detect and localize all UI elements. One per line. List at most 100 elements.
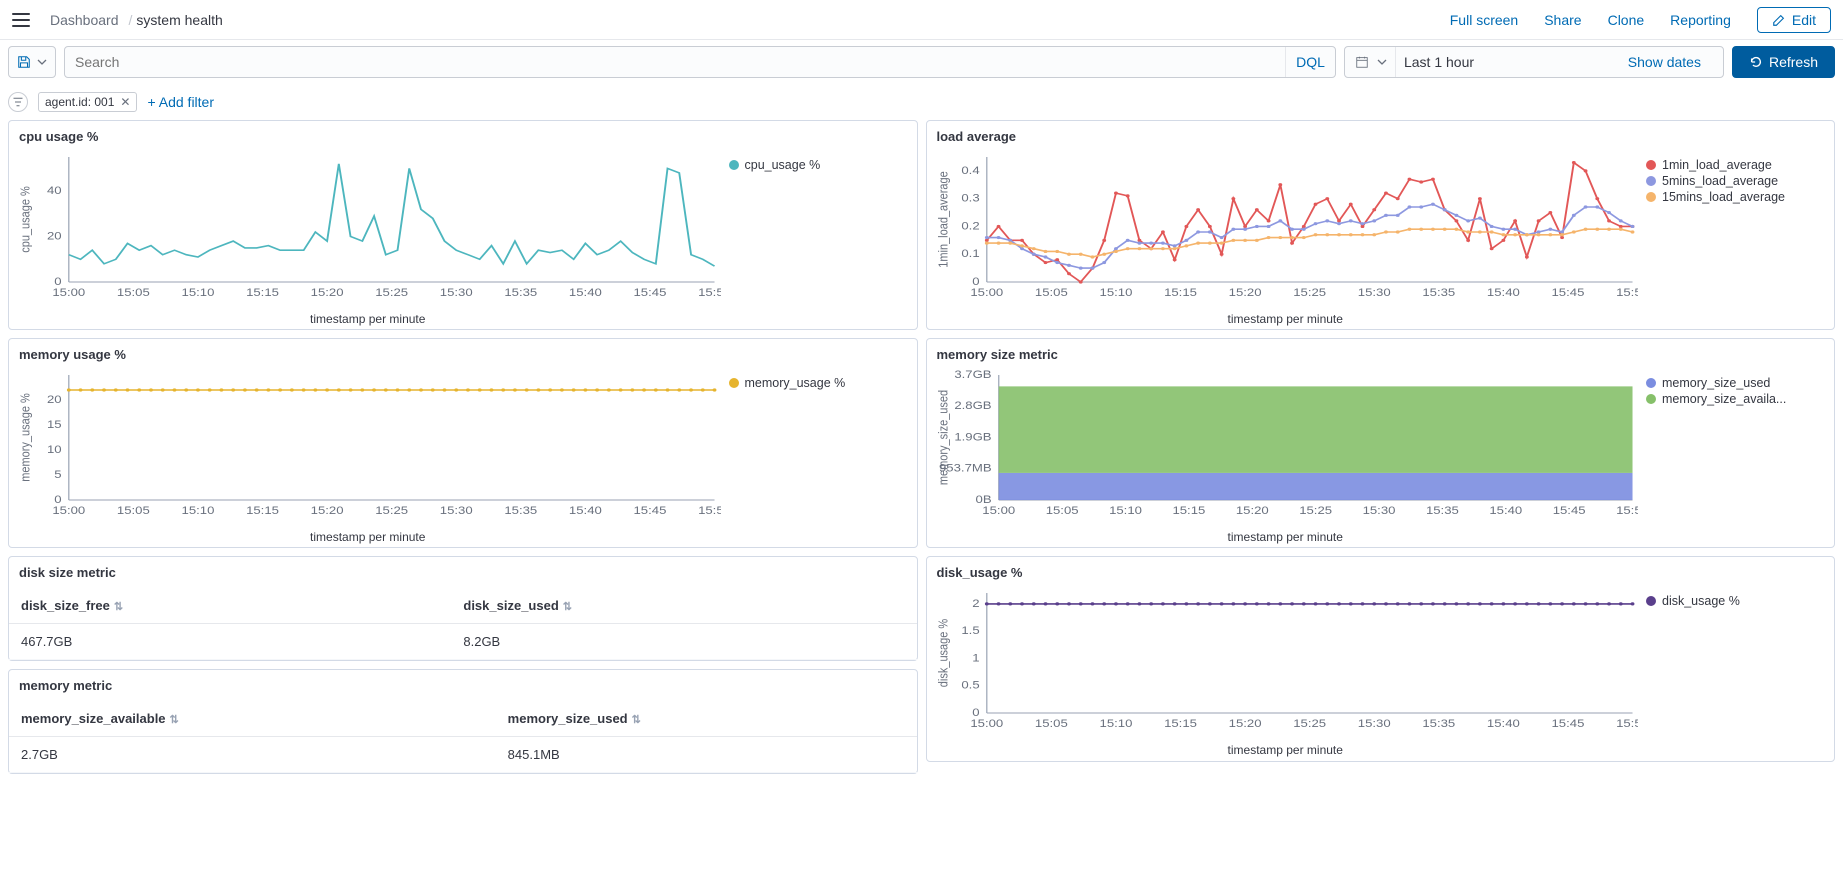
filter-pill-agent-id[interactable]: agent.id: 001 ✕ bbox=[38, 92, 137, 112]
svg-text:5: 5 bbox=[54, 468, 62, 481]
refresh-button[interactable]: Refresh bbox=[1732, 46, 1835, 78]
time-range-label: Last 1 hour bbox=[1404, 54, 1474, 70]
svg-text:15:10: 15:10 bbox=[1099, 717, 1132, 730]
panel-title: disk_usage % bbox=[927, 557, 1835, 588]
svg-text:15:20: 15:20 bbox=[311, 286, 344, 299]
filter-bar: agent.id: 001 ✕ + Add filter bbox=[0, 84, 1843, 120]
svg-text:15:15: 15:15 bbox=[246, 286, 279, 299]
sort-icon: ⇅ bbox=[114, 601, 123, 613]
legend-item[interactable]: memory_size_used bbox=[1646, 376, 1820, 390]
legend-item[interactable]: 1min_load_average bbox=[1646, 158, 1820, 172]
panel-title: disk size metric bbox=[9, 557, 917, 588]
legend-item[interactable]: disk_usage % bbox=[1646, 594, 1820, 608]
share-link[interactable]: Share bbox=[1544, 12, 1581, 28]
svg-text:0.2: 0.2 bbox=[961, 219, 980, 232]
edit-button[interactable]: Edit bbox=[1757, 7, 1831, 33]
col-mem-available[interactable]: memory_size_available⇅ bbox=[9, 701, 496, 737]
hamburger-menu-icon[interactable] bbox=[12, 13, 30, 27]
svg-text:0.1: 0.1 bbox=[961, 247, 980, 260]
refresh-button-label: Refresh bbox=[1769, 54, 1818, 70]
svg-text:15:10: 15:10 bbox=[1109, 504, 1142, 517]
svg-text:15:00: 15:00 bbox=[970, 717, 1003, 730]
breadcrumb-current: system health bbox=[136, 12, 222, 28]
saved-queries-button[interactable] bbox=[8, 46, 56, 78]
svg-text:15:35: 15:35 bbox=[1422, 717, 1455, 730]
svg-text:15:50: 15:50 bbox=[1616, 717, 1638, 730]
top-bar: Dashboard / system health Full screen Sh… bbox=[0, 0, 1843, 40]
date-picker[interactable]: Last 1 hour Show dates bbox=[1344, 46, 1724, 78]
filter-icon bbox=[12, 96, 24, 108]
table-row: 467.7GB 8.2GB bbox=[9, 624, 917, 660]
legend-item[interactable]: memory_usage % bbox=[729, 376, 903, 390]
show-dates-link[interactable]: Show dates bbox=[1616, 54, 1713, 70]
svg-text:15:20: 15:20 bbox=[1235, 504, 1268, 517]
svg-text:2.8GB: 2.8GB bbox=[954, 399, 991, 412]
svg-text:15:40: 15:40 bbox=[1486, 286, 1519, 299]
fullscreen-link[interactable]: Full screen bbox=[1450, 12, 1518, 28]
svg-text:15:30: 15:30 bbox=[1357, 717, 1390, 730]
chevron-down-icon bbox=[37, 57, 47, 67]
svg-text:15:00: 15:00 bbox=[982, 504, 1015, 517]
add-filter-button[interactable]: + Add filter bbox=[147, 94, 214, 110]
svg-text:15:35: 15:35 bbox=[504, 504, 537, 517]
clone-link[interactable]: Clone bbox=[1608, 12, 1645, 28]
panel-title: memory size metric bbox=[927, 339, 1835, 370]
svg-text:15:35: 15:35 bbox=[1425, 504, 1458, 517]
disk-icon bbox=[17, 55, 31, 69]
legend-item[interactable]: cpu_usage % bbox=[729, 158, 903, 172]
svg-text:15: 15 bbox=[47, 418, 62, 431]
panel-title: memory metric bbox=[9, 670, 917, 701]
refresh-icon bbox=[1749, 55, 1763, 69]
svg-text:15:10: 15:10 bbox=[1099, 286, 1132, 299]
svg-text:15:15: 15:15 bbox=[1172, 504, 1205, 517]
svg-text:disk_usage %: disk_usage % bbox=[935, 619, 950, 688]
svg-text:1.5: 1.5 bbox=[961, 624, 980, 637]
svg-text:15:20: 15:20 bbox=[1228, 717, 1261, 730]
col-mem-used[interactable]: memory_size_used⇅ bbox=[496, 701, 917, 737]
legend-item[interactable]: memory_size_availa... bbox=[1646, 392, 1820, 406]
filter-pill-label: agent.id: 001 bbox=[45, 95, 114, 109]
svg-text:15:25: 15:25 bbox=[1293, 286, 1326, 299]
x-axis-label: timestamp per minute bbox=[933, 743, 1639, 757]
svg-text:15:40: 15:40 bbox=[569, 286, 602, 299]
chart-load[interactable]: 00.10.20.30.415:0015:0515:1015:1515:2015… bbox=[933, 152, 1639, 326]
svg-text:15:50: 15:50 bbox=[698, 286, 720, 299]
disk-size-table: disk_size_free⇅ disk_size_used⇅ 467.7GB … bbox=[9, 588, 917, 660]
svg-text:15:50: 15:50 bbox=[1616, 504, 1638, 517]
filter-settings-button[interactable] bbox=[8, 92, 28, 112]
svg-text:15:30: 15:30 bbox=[1362, 504, 1395, 517]
svg-text:15:30: 15:30 bbox=[440, 286, 473, 299]
calendar-icon bbox=[1355, 55, 1369, 69]
svg-text:15:30: 15:30 bbox=[440, 504, 473, 517]
svg-text:15:25: 15:25 bbox=[375, 286, 408, 299]
chart-memory-pct[interactable]: 0510152015:0015:0515:1015:1515:2015:2515… bbox=[15, 370, 721, 544]
svg-text:15:30: 15:30 bbox=[1357, 286, 1390, 299]
svg-text:0.5: 0.5 bbox=[961, 679, 980, 692]
svg-text:15:20: 15:20 bbox=[311, 504, 344, 517]
search-box: DQL bbox=[64, 46, 1336, 78]
svg-text:15:10: 15:10 bbox=[182, 504, 215, 517]
dql-toggle[interactable]: DQL bbox=[1285, 47, 1335, 77]
sort-icon: ⇅ bbox=[170, 714, 179, 726]
legend-item[interactable]: 15mins_load_average bbox=[1646, 190, 1820, 204]
breadcrumb-parent[interactable]: Dashboard bbox=[50, 12, 119, 28]
svg-text:15:05: 15:05 bbox=[117, 504, 150, 517]
legend-item[interactable]: 5mins_load_average bbox=[1646, 174, 1820, 188]
svg-text:15:25: 15:25 bbox=[1293, 717, 1326, 730]
chart-disk-pct[interactable]: 00.511.5215:0015:0515:1015:1515:2015:251… bbox=[933, 588, 1639, 757]
svg-text:15:35: 15:35 bbox=[1422, 286, 1455, 299]
col-disk-free[interactable]: disk_size_free⇅ bbox=[9, 588, 451, 624]
panel-title: load average bbox=[927, 121, 1835, 152]
svg-text:15:45: 15:45 bbox=[1551, 286, 1584, 299]
chart-cpu[interactable]: 0204015:0015:0515:1015:1515:2015:2515:30… bbox=[15, 152, 721, 326]
svg-text:2: 2 bbox=[972, 597, 980, 610]
col-disk-used[interactable]: disk_size_used⇅ bbox=[451, 588, 916, 624]
chart-memory-size[interactable]: 0B953.7MB1.9GB2.8GB3.7GB15:0015:0515:101… bbox=[933, 370, 1639, 544]
panel-load-average: load average 00.10.20.30.415:0015:0515:1… bbox=[926, 120, 1836, 330]
reporting-link[interactable]: Reporting bbox=[1670, 12, 1731, 28]
search-input[interactable] bbox=[65, 54, 1285, 70]
close-icon[interactable]: ✕ bbox=[120, 95, 130, 109]
chevron-down-icon bbox=[1377, 57, 1387, 67]
svg-text:15:00: 15:00 bbox=[52, 286, 85, 299]
legend: memory_size_used memory_size_availa... bbox=[1638, 370, 1828, 544]
